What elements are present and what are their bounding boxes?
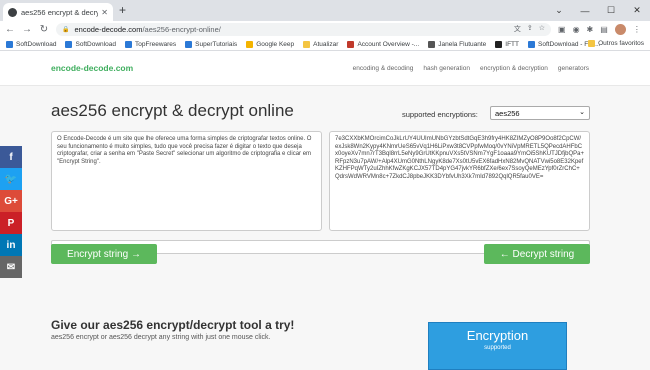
reload-icon[interactable]: ↻ [37, 24, 51, 35]
site-favicon-icon [8, 7, 17, 17]
bookmark-label: SoftDownload [75, 40, 116, 48]
linkedin-icon[interactable]: in [0, 234, 22, 256]
extension-icon[interactable]: ◉ [573, 25, 580, 34]
lock-icon[interactable]: 🔒 [62, 26, 69, 33]
nav-encryption-decryption[interactable]: encryption & decryption [480, 65, 548, 72]
bookmark-label: Account Overview -... [357, 40, 420, 48]
promo-subtitle: aes256 encrypt or aes256 decrypt any str… [51, 334, 271, 341]
folder-icon [588, 40, 596, 47]
url-host: encode-decode.com [74, 25, 143, 34]
bookmark-favicon-icon [528, 40, 535, 48]
bookmark-favicon-icon [185, 40, 193, 48]
nav-encoding-decoding[interactable]: encoding & decoding [353, 65, 414, 72]
window-controls: ⌄ — ☐ ✕ [546, 0, 650, 21]
bookmark-label: TopFreewares [134, 40, 177, 48]
bookmark-star-icon[interactable]: ☆ [539, 24, 545, 34]
encryption-card-title: Encryption [466, 328, 529, 343]
bookmark-item[interactable]: Janela Flutuante [428, 40, 487, 48]
bookmark-item[interactable]: Account Overview -... [347, 40, 420, 48]
bookmark-item[interactable]: Google Keep [246, 40, 295, 48]
back-icon[interactable]: ← [3, 24, 17, 35]
maximize-icon[interactable]: ☐ [598, 0, 624, 21]
encrypt-button[interactable]: Encrypt string → [51, 244, 157, 264]
site-header: encode-decode.com encoding & decoding ha… [0, 52, 650, 86]
minimize-icon[interactable]: — [572, 0, 598, 21]
tab-close-icon[interactable]: ✕ [101, 8, 108, 17]
encryption-select-label: supported encryptions: [402, 110, 478, 119]
nav-generators[interactable]: generators [558, 65, 589, 72]
translate-icon[interactable]: 文 [514, 24, 521, 34]
bookmark-item[interactable]: IFTT [495, 40, 519, 48]
encryption-card-subtitle: supported [484, 345, 511, 351]
promo-title: Give our aes256 encrypt/decrypt tool a t… [51, 318, 295, 332]
plaintext-input[interactable]: O Encode-Decode é um site que lhe oferec… [51, 131, 322, 231]
page-title: aes256 encrypt & decrypt online [51, 101, 294, 120]
share-icon[interactable]: ⇪ [527, 24, 533, 34]
ciphertext-output[interactable]: 7e3CXXbKMOrcimCoJkLrUY4UUImUNbGYzbtSdtGq… [329, 131, 590, 231]
bookmark-favicon-icon [303, 40, 311, 48]
bookmark-item[interactable]: Atualizar [303, 40, 339, 48]
bookmark-label: SuperTutoriais [195, 40, 238, 48]
bookmark-item[interactable]: SoftDownload [6, 40, 57, 48]
nav-hash-generation[interactable]: hash generation [423, 65, 470, 72]
site-logo[interactable]: encode-decode.com [51, 63, 133, 73]
decrypt-button[interactable]: ← Decrypt string [484, 244, 590, 264]
encryption-card[interactable]: Encryption supported [428, 322, 567, 370]
bookmark-favicon-icon [6, 40, 13, 48]
puzzle-icon[interactable]: ✱ [587, 25, 594, 34]
url-text: encode-decode.com/aes256-encrypt-online/ [74, 25, 220, 34]
bookmark-label: Google Keep [256, 40, 295, 48]
google-plus-icon[interactable]: G+ [0, 190, 22, 212]
bookmark-favicon-icon [428, 40, 436, 48]
bookmark-item[interactable]: SoftDownload [65, 40, 116, 48]
bookmark-favicon-icon [124, 40, 132, 48]
new-tab-icon[interactable]: + [119, 4, 126, 17]
browser-titlebar: aes256 encrypt & decrypt online ✕ + ⌄ — … [0, 0, 650, 21]
share-sidebar: f 🐦 G+ Pin ✉ [0, 146, 22, 278]
other-bookmarks-folder[interactable]: Outros favoritos [588, 40, 644, 47]
bookmark-label: Atualizar [313, 40, 339, 48]
bookmark-label: SoftDownload [16, 40, 57, 48]
chevron-down-icon: ⌄ [579, 109, 585, 116]
bookmark-favicon-icon [65, 40, 73, 48]
top-nav: encoding & decoding hash generation encr… [353, 65, 589, 72]
other-bookmarks-label: Outros favoritos [598, 40, 644, 47]
close-window-icon[interactable]: ✕ [624, 0, 650, 21]
bookmark-favicon-icon [347, 40, 355, 48]
forward-icon[interactable]: → [20, 24, 34, 35]
avatar[interactable] [614, 24, 626, 35]
bookmark-item[interactable]: TopFreewares [124, 40, 177, 48]
bookmark-favicon-icon [495, 40, 503, 48]
omnibox[interactable]: 🔒 encode-decode.com/aes256-encrypt-onlin… [56, 23, 551, 36]
twitter-icon[interactable]: 🐦 [0, 168, 22, 190]
reading-list-icon[interactable]: ▤ [600, 25, 608, 34]
encryption-select[interactable]: aes256 ⌄ [490, 106, 590, 120]
bookmark-label: IFTT [505, 40, 519, 48]
bookmark-favicon-icon [246, 40, 254, 48]
tab-title: aes256 encrypt & decrypt online [21, 7, 99, 17]
extension-icon[interactable]: ▣ [558, 25, 566, 34]
bookmarks-bar: SoftDownload SoftDownload TopFreewares Supe… [0, 38, 650, 51]
url-path: /aes256-encrypt-online/ [142, 25, 221, 34]
bookmark-label: Janela Flutuante [438, 40, 487, 48]
facebook-icon[interactable]: f [0, 146, 22, 168]
tab-search-icon[interactable]: ⌄ [546, 0, 572, 21]
browser-tab[interactable]: aes256 encrypt & decrypt online ✕ [3, 3, 113, 21]
email-icon[interactable]: ✉ [0, 256, 22, 278]
menu-dots-icon[interactable]: ⋮ [633, 25, 641, 34]
address-toolbar: ← → ↻ 🔒 encode-decode.com/aes256-encrypt… [0, 21, 650, 38]
bookmark-item[interactable]: SuperTutoriais [185, 40, 238, 48]
pinterest-icon[interactable]: P [0, 212, 22, 234]
page: encode-decode.com encoding & decoding ha… [0, 52, 650, 370]
encryption-selected-value: aes256 [495, 109, 520, 118]
